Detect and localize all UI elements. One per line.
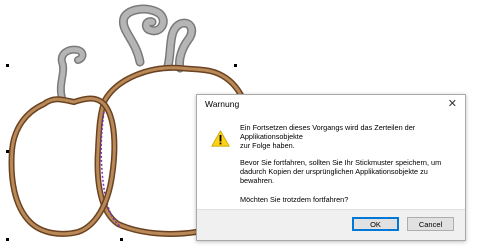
selection-handle-bottom-left[interactable] [6,238,9,241]
selection-handle-top-left[interactable] [6,64,9,67]
warning-dialog: Warnung ✕ Ein Fortsetzen dieses Vorgangs… [196,94,466,241]
dialog-title: Warnung [205,99,240,109]
message-paragraph-3: Möchten Sie trotzdem fortfahren? [240,195,349,204]
selection-handle-top-right[interactable] [234,64,237,67]
selection-handle-mid-left[interactable] [6,150,9,153]
front-pumpkin-stem [56,45,87,102]
dialog-footer: OK Cancel [197,209,465,240]
warning-icon [211,130,230,147]
back-pumpkin-stem [118,4,197,73]
message-line-3: zur Folge haben. [240,140,295,150]
dialog-titlebar[interactable]: Warnung ✕ [197,95,465,114]
selection-handle-bottom-mid[interactable] [120,238,123,241]
cancel-button[interactable]: Cancel [407,217,454,231]
ok-button[interactable]: OK [352,217,399,231]
dialog-message: Ein Fortsetzen dieses Vorgangs wird das … [240,123,460,150]
close-icon[interactable]: ✕ [448,97,457,110]
message-paragraph-2: Bevor Sie fortfahren, sollten Sie Ihr St… [240,158,442,185]
